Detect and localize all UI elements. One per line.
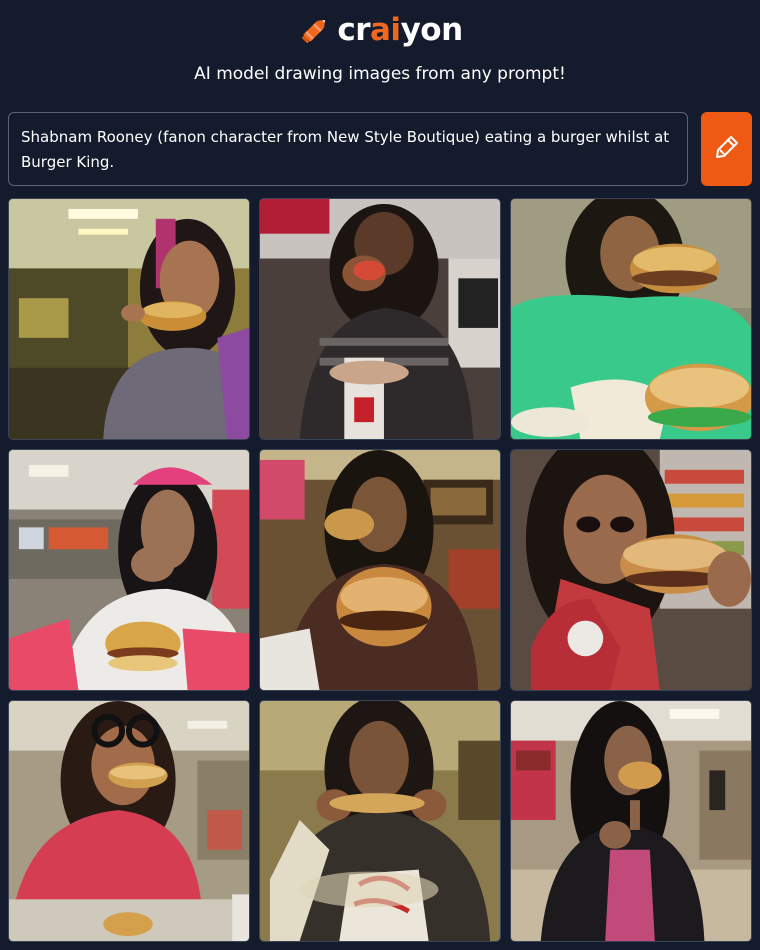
craiyon-page: craiyon AI model drawing images from any… xyxy=(0,0,760,950)
tagline: AI model drawing images from any prompt! xyxy=(194,64,566,84)
logo[interactable]: craiyon xyxy=(0,6,760,54)
crayon-icon xyxy=(297,12,333,48)
pencil-icon xyxy=(713,133,741,165)
result-image-4[interactable] xyxy=(8,449,250,691)
logo-wordmark: craiyon xyxy=(337,11,463,48)
result-image-9[interactable] xyxy=(510,700,752,942)
result-image-7[interactable] xyxy=(8,700,250,942)
result-image-3[interactable] xyxy=(510,198,752,440)
result-image-8[interactable] xyxy=(259,700,501,942)
result-image-1[interactable] xyxy=(8,198,250,440)
draw-button[interactable] xyxy=(701,112,752,186)
result-image-5[interactable] xyxy=(259,449,501,691)
prompt-input[interactable]: Shabnam Rooney (fanon character from New… xyxy=(8,112,688,186)
result-image-2[interactable] xyxy=(259,198,501,440)
results-grid xyxy=(8,198,752,942)
result-image-6[interactable] xyxy=(510,449,752,691)
